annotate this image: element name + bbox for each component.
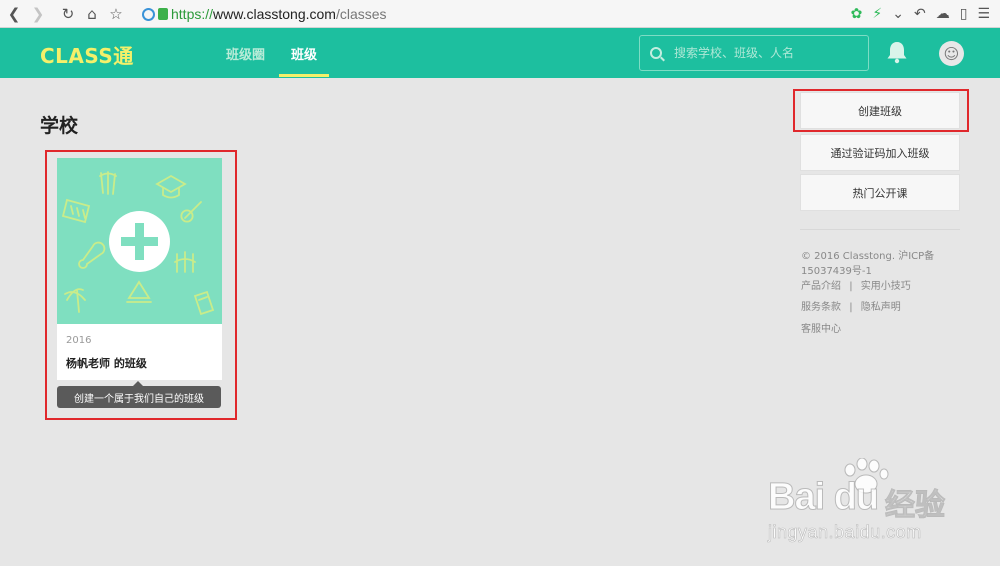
browser-actions: ✿ ⚡ ⌄ ↶ ☁ ▯ ☰ bbox=[851, 0, 1000, 28]
url-host: www.classtong.com bbox=[213, 6, 336, 22]
add-class-icon[interactable] bbox=[109, 211, 170, 272]
logo[interactable]: CLASS通 bbox=[40, 40, 134, 69]
card-year: 2016 bbox=[66, 335, 92, 346]
lock-icon bbox=[158, 8, 168, 20]
cloud-icon[interactable]: ☁ bbox=[936, 6, 950, 22]
footer-copyright: © 2016 Classtong. 沪ICP备 bbox=[801, 251, 935, 262]
browser-toolbar: ❮ ❯ ↻ ⌂ ☆ https://www.classtong.com/clas… bbox=[0, 0, 1000, 28]
footer-links-row1: 产品介绍 | 实用小技巧 bbox=[801, 277, 911, 292]
search-box[interactable] bbox=[639, 35, 869, 71]
class-card[interactable]: 2016 杨帆老师 的班级 bbox=[57, 158, 222, 380]
footer-icp: 15037439号-1 bbox=[801, 266, 872, 277]
tablet-icon[interactable]: ▯ bbox=[960, 6, 968, 22]
page-title: 学校 bbox=[40, 115, 79, 137]
watermark-brand-cn: 经验 bbox=[885, 488, 946, 524]
url-path: /classes bbox=[335, 6, 387, 22]
link-product-intro[interactable]: 产品介绍 bbox=[801, 281, 841, 292]
create-class-tooltip: 创建一个属于我们自己的班级 bbox=[57, 381, 221, 408]
bell-icon[interactable] bbox=[886, 40, 908, 64]
address-bar[interactable]: https://www.classtong.com/classes bbox=[142, 3, 682, 25]
avatar[interactable]: ☺ bbox=[939, 41, 964, 66]
footer-links-row2: 服务条款 | 隐私声明 bbox=[801, 298, 901, 313]
sidebar-divider bbox=[800, 229, 960, 230]
baidu-watermark: Bai du 经验 jingyan.baidu.com bbox=[760, 458, 960, 548]
lightning-icon[interactable]: ⚡ bbox=[872, 6, 882, 22]
watermark-brand: Bai du bbox=[767, 476, 879, 519]
back-icon[interactable]: ❮ bbox=[2, 2, 26, 26]
menu-icon[interactable]: ☰ bbox=[977, 6, 990, 22]
footer-separator: | bbox=[849, 281, 853, 292]
search-icon bbox=[650, 47, 662, 59]
link-tips[interactable]: 实用小技巧 bbox=[861, 281, 911, 292]
link-privacy[interactable]: 隐私声明 bbox=[861, 302, 901, 313]
undo-icon[interactable]: ↶ bbox=[914, 6, 926, 22]
home-icon[interactable]: ⌂ bbox=[80, 2, 104, 26]
watermark-url: jingyan.baidu.com bbox=[768, 522, 922, 543]
footer-separator: | bbox=[849, 302, 853, 313]
card-cover bbox=[57, 158, 222, 324]
join-by-code-button[interactable]: 通过验证码加入班级 bbox=[800, 134, 960, 171]
card-class-name[interactable]: 杨帆老师 的班级 bbox=[66, 355, 147, 371]
globe-icon bbox=[142, 7, 155, 21]
dropdown-icon[interactable]: ⌄ bbox=[892, 6, 904, 22]
link-support[interactable]: 客服中心 bbox=[801, 320, 841, 335]
tab-class-circle[interactable]: 班级圈 bbox=[226, 44, 265, 63]
reload-icon[interactable]: ↻ bbox=[56, 2, 80, 26]
create-class-button[interactable]: 创建班级 bbox=[800, 92, 960, 129]
app-header: CLASS通 班级圈 班级 ☺ bbox=[0, 28, 1000, 78]
tab-classes[interactable]: 班级 bbox=[291, 44, 317, 63]
popular-courses-button[interactable]: 热门公开课 bbox=[800, 174, 960, 211]
link-terms[interactable]: 服务条款 bbox=[801, 302, 841, 313]
forward-icon[interactable]: ❯ bbox=[26, 2, 50, 26]
search-input[interactable] bbox=[674, 46, 854, 60]
url-scheme: https:// bbox=[171, 6, 214, 22]
bookmark-star-icon[interactable]: ☆ bbox=[104, 2, 128, 26]
active-tab-indicator bbox=[279, 74, 329, 77]
extension-icon[interactable]: ✿ bbox=[851, 6, 863, 22]
